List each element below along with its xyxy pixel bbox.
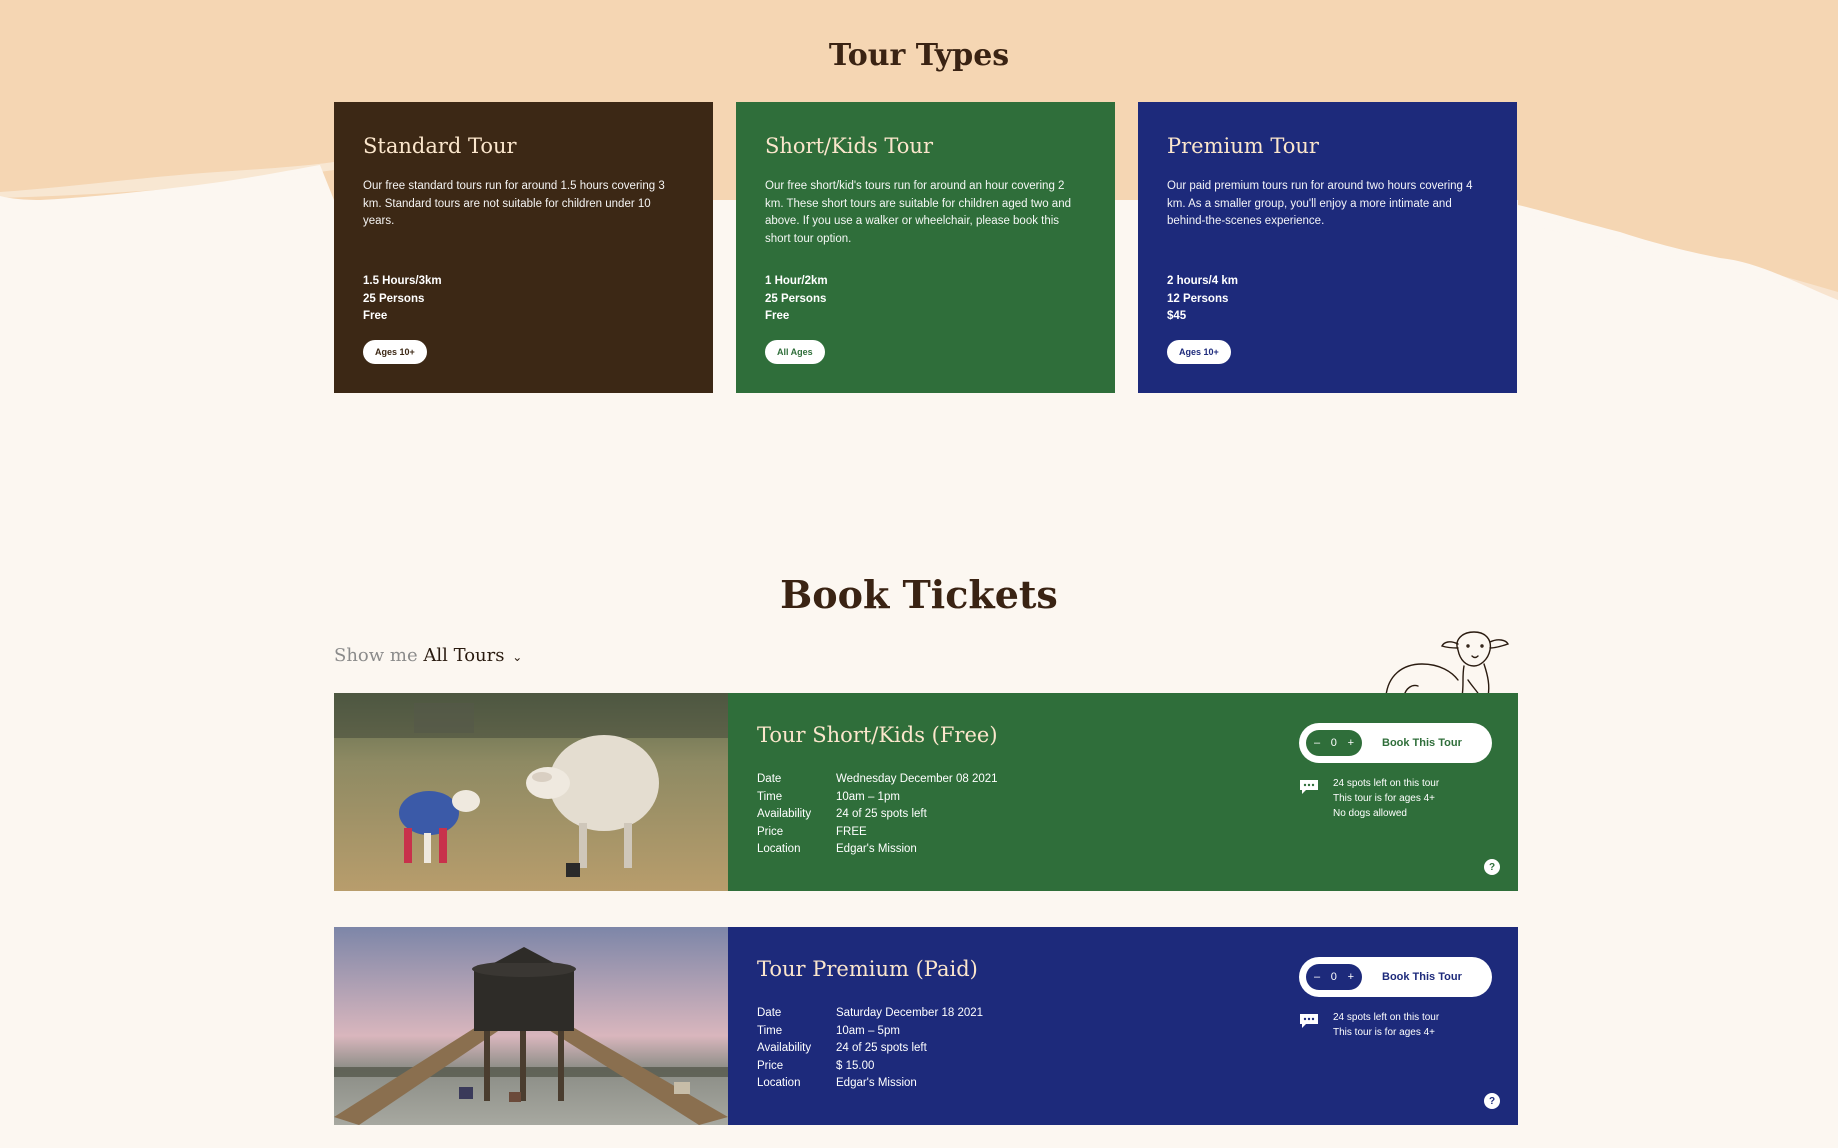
- quantity-stepper[interactable]: – 0 +: [1306, 964, 1362, 990]
- detail-label-location: Location: [757, 843, 801, 855]
- help-icon[interactable]: ?: [1484, 1093, 1500, 1109]
- increment-button[interactable]: +: [1348, 737, 1354, 749]
- detail-location: Edgar's Mission: [836, 843, 917, 855]
- age-badge: Ages 10+: [1167, 339, 1231, 364]
- detail-label-date: Date: [757, 1007, 782, 1019]
- filter-value[interactable]: All Tours: [423, 645, 504, 666]
- detail-label-price: Price: [757, 1059, 784, 1072]
- book-control: – 0 + Book This Tour: [1299, 723, 1492, 763]
- detail-availability: 24 of 25 spots left: [836, 808, 927, 820]
- book-this-tour-button[interactable]: Book This Tour: [1382, 971, 1462, 983]
- booking-panel: Tour Short/Kids (Free) Date Wednesday Dec…: [728, 693, 1518, 891]
- decrement-button[interactable]: –: [1314, 737, 1320, 749]
- booking-notes: 24 spots left on this tour This tour is …: [1299, 1010, 1439, 1040]
- chat-bubble-icon: [1300, 780, 1318, 794]
- note-dogs: No dogs allowed: [1333, 808, 1407, 819]
- tour-card-description: Our free standard tours run for around 1…: [363, 180, 665, 227]
- tour-photo-lamb-and-sheep: [334, 693, 728, 891]
- age-badge: Ages 10+: [363, 339, 427, 364]
- detail-label-location: Location: [757, 1077, 801, 1089]
- detail-label-date: Date: [757, 773, 782, 785]
- tour-card-capacity: 25 Persons: [363, 292, 425, 305]
- note-ages: This tour is for ages 4+: [1333, 1027, 1435, 1038]
- detail-price: FREE: [836, 825, 867, 838]
- detail-location: Edgar's Mission: [836, 1077, 917, 1089]
- note-spots: 24 spots left on this tour: [1333, 1012, 1440, 1023]
- tour-card-price: Free: [765, 310, 790, 322]
- decrement-button[interactable]: –: [1314, 971, 1320, 983]
- tour-card-title: Short/Kids Tour: [765, 134, 933, 158]
- tour-card-price: Free: [363, 310, 388, 322]
- increment-button[interactable]: +: [1348, 971, 1354, 983]
- book-this-tour-button[interactable]: Book This Tour: [1382, 737, 1462, 749]
- tour-card-price: $45: [1167, 310, 1187, 322]
- tour-card-duration: 2 hours/4 km: [1167, 275, 1238, 287]
- age-badge: All Ages: [765, 339, 825, 364]
- tour-card-title: Standard Tour: [363, 134, 517, 158]
- booking-card-premium: Tour Premium (Paid) Date Saturday Decembe…: [334, 927, 1518, 1125]
- detail-label-availability: Availability: [757, 1042, 812, 1054]
- note-spots: 24 spots left on this tour: [1333, 778, 1440, 789]
- quantity-value: 0: [1330, 971, 1337, 983]
- filter-prefix: Show me: [334, 645, 418, 666]
- detail-availability: 24 of 25 spots left: [836, 1042, 927, 1054]
- detail-price: $ 15.00: [836, 1059, 875, 1072]
- detail-label-time: Time: [757, 1024, 783, 1037]
- lamb-illustration: [1385, 631, 1509, 697]
- chat-bubble-icon: [1300, 1014, 1318, 1028]
- tour-card-duration: 1.5 Hours/3km: [363, 275, 442, 287]
- tour-card-capacity: 25 Persons: [765, 292, 827, 305]
- detail-label-availability: Availability: [757, 808, 812, 820]
- detail-date: Wednesday December 08 2021: [836, 773, 998, 785]
- tour-card-capacity: 12 Persons: [1167, 292, 1229, 305]
- quantity-stepper[interactable]: – 0 +: [1306, 730, 1362, 756]
- tour-card-duration: 1 Hour/2km: [765, 275, 828, 287]
- booking-panel: Tour Premium (Paid) Date Saturday Decembe…: [728, 927, 1518, 1125]
- quantity-value: 0: [1330, 737, 1337, 749]
- booking-notes: 24 spots left on this tour This tour is …: [1299, 776, 1439, 821]
- detail-label-price: Price: [757, 825, 784, 838]
- tour-types-title: Tour Types: [828, 38, 1010, 73]
- tour-card-description: Our free short/kid's tours run for aroun…: [765, 180, 1071, 245]
- note-ages: This tour is for ages 4+: [1333, 793, 1435, 804]
- tour-card-premium: Premium Tour Our paid premium tours run …: [1138, 102, 1517, 393]
- booking-card-kids: Tour Short/Kids (Free) Date Wednesday Dec…: [334, 693, 1518, 891]
- chevron-down-icon[interactable]: ⌄: [512, 650, 522, 664]
- detail-date: Saturday December 18 2021: [836, 1007, 984, 1019]
- tour-card-standard: Standard Tour Our free standard tours ru…: [334, 102, 713, 393]
- tour-card-title: Premium Tour: [1167, 134, 1319, 158]
- detail-time: 10am – 1pm: [836, 790, 900, 803]
- tour-card-description: Our paid premium tours run for around tw…: [1167, 180, 1473, 227]
- tour-card-kids: Short/Kids Tour Our free short/kid's tou…: [736, 102, 1115, 393]
- detail-label-time: Time: [757, 790, 783, 803]
- tour-photo-water-tower: [334, 927, 728, 1125]
- detail-time: 10am – 5pm: [836, 1024, 900, 1037]
- help-icon[interactable]: ?: [1484, 859, 1500, 875]
- tour-filter[interactable]: Show me All Tours ⌄: [334, 645, 522, 666]
- book-control: – 0 + Book This Tour: [1299, 957, 1492, 997]
- book-tickets-title: Book Tickets: [780, 572, 1058, 617]
